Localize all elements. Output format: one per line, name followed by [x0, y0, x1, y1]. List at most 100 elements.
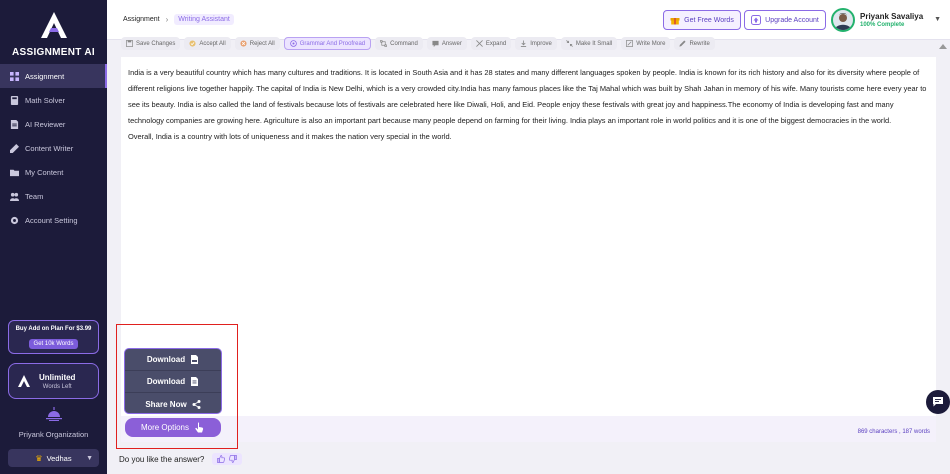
folder-icon — [10, 168, 19, 177]
upgrade-account-label: Upgrade Account — [765, 16, 819, 24]
thumbs-down-icon[interactable] — [229, 455, 238, 463]
user-name: Priyank Savaliya — [860, 12, 924, 21]
plan-logo-icon — [18, 375, 30, 387]
shrink-icon — [566, 40, 573, 47]
paragraph: Overall, India is a country with lots of… — [128, 132, 452, 141]
rewrite-icon — [679, 40, 687, 47]
tool-label: Make It Small — [575, 40, 613, 47]
menu-item-label: Download — [146, 355, 186, 364]
command-button[interactable]: Command — [375, 37, 423, 50]
top-header: Assignment › Writing Assistant Get Free … — [107, 0, 950, 40]
brand-name: ASSIGNMENT AI — [12, 47, 95, 58]
x-circle-icon — [240, 40, 247, 47]
editor-text[interactable]: India is a very beautiful country which … — [128, 65, 928, 145]
organization-name: Priyank Organization — [18, 430, 89, 439]
feedback-row: Do you like the answer? — [119, 451, 243, 467]
sidebar-item-ai-reviewer[interactable]: AI Reviewer — [0, 112, 107, 136]
get-free-words-button[interactable]: Get Free Words — [663, 10, 741, 30]
tool-label: Improve — [530, 40, 552, 47]
accept-all-button[interactable]: Accept All — [184, 37, 231, 50]
improve-icon — [521, 40, 527, 47]
check-circle-icon — [189, 40, 196, 47]
sunrise-icon — [45, 407, 62, 421]
upgrade-icon — [751, 15, 762, 25]
menu-item-label: Share Now — [145, 399, 187, 409]
write-more-icon — [626, 40, 634, 47]
editor-area[interactable]: India is a very beautiful country which … — [121, 57, 936, 442]
chat-support-button[interactable] — [926, 390, 950, 414]
download-doc-button[interactable]: Download — [125, 371, 221, 393]
doc-icon — [191, 377, 199, 386]
team-icon — [10, 192, 19, 201]
answer-button[interactable]: Answer — [426, 37, 467, 50]
command-icon — [380, 40, 388, 47]
chevron-down-icon: ▼ — [934, 16, 941, 23]
sidebar-item-math-solver[interactable]: Math Solver — [0, 88, 107, 112]
sidebar-item-team[interactable]: Team — [0, 184, 107, 208]
improve-button[interactable]: Improve — [515, 37, 557, 50]
rewrite-button[interactable]: Rewrite — [674, 37, 715, 50]
plan-title: Unlimited — [39, 372, 76, 382]
breadcrumb-chevron-icon: › — [165, 15, 169, 24]
options-menu: Download Download Share Now — [124, 348, 222, 414]
reject-all-button[interactable]: Reject All — [234, 37, 280, 50]
save-changes-button[interactable]: Save Changes — [121, 37, 181, 50]
organization-select[interactable]: ♛ Vedhas ▼ — [8, 449, 99, 467]
grammar-proofread-button[interactable]: Grammar And Proofread — [283, 37, 372, 50]
sidebar-item-label: Math Solver — [25, 95, 66, 105]
pdf-icon — [191, 355, 199, 364]
sidebar-item-label: Assignment — [25, 71, 65, 81]
upgrade-account-button[interactable]: Upgrade Account — [744, 10, 826, 30]
sidebar-item-label: My Content — [25, 167, 64, 177]
tool-label: Rewrite — [689, 40, 710, 47]
grid-icon — [10, 71, 19, 81]
tool-label: Accept All — [199, 40, 226, 47]
plan-subtitle: Words Left — [42, 383, 72, 390]
download-pdf-button[interactable]: Download — [125, 349, 221, 371]
tool-label: Write More — [636, 40, 666, 47]
hand-pointer-icon — [195, 422, 204, 433]
breadcrumb-item-assignment[interactable]: Assignment — [123, 16, 160, 23]
save-icon — [126, 40, 133, 47]
expand-button[interactable]: Expand — [470, 37, 512, 50]
gear-icon — [10, 216, 19, 225]
sidebar-item-label: Team — [25, 191, 44, 201]
user-menu[interactable]: Priyank Savaliya 100% Complete ▼ — [831, 7, 943, 33]
tool-label: Answer — [441, 40, 462, 47]
tool-label: Grammar And Proofread — [299, 40, 366, 47]
menu-item-label: Download — [146, 377, 186, 386]
breadcrumb-item-current: Writing Assistant — [174, 14, 234, 25]
logo-icon — [40, 12, 67, 38]
write-more-button[interactable]: Write More — [621, 37, 671, 50]
scroll-up-arrow-icon[interactable] — [939, 44, 947, 49]
profile-completion: 100% Complete — [860, 22, 905, 28]
answer-icon — [432, 40, 439, 47]
promo-badge[interactable]: Get 10k Words — [28, 339, 79, 349]
calculator-icon — [10, 95, 19, 105]
sidebar-item-label: Account Setting — [25, 215, 78, 225]
sidebar-item-account-setting[interactable]: Account Setting — [0, 208, 107, 232]
organization-block: Priyank Organization — [0, 407, 107, 439]
thumbs-up-icon[interactable] — [217, 455, 226, 463]
sidebar-item-my-content[interactable]: My Content — [0, 160, 107, 184]
share-now-button[interactable]: Share Now — [125, 393, 221, 415]
brand-logo[interactable]: ASSIGNMENT AI — [0, 10, 107, 58]
document-icon — [10, 119, 19, 129]
chat-icon — [933, 397, 943, 407]
sidebar-item-content-writer[interactable]: Content Writer — [0, 136, 107, 160]
more-options-label: More Options — [140, 423, 190, 432]
more-options-button[interactable]: More Options — [125, 418, 221, 437]
sidebar-item-assignment[interactable]: Assignment — [0, 64, 107, 88]
expand-icon — [475, 40, 483, 47]
get-free-words-label: Get Free Words — [684, 16, 734, 24]
tool-label: Reject All — [249, 40, 275, 47]
make-it-small-button[interactable]: Make It Small — [560, 37, 618, 50]
crown-icon: ♛ — [35, 453, 43, 463]
editor-footer: 869 characters , 187 words — [121, 416, 936, 442]
feedback-buttons — [212, 453, 243, 465]
feedback-question: Do you like the answer? — [119, 454, 205, 464]
paragraph: India is a very beautiful country which … — [128, 68, 927, 125]
avatar — [831, 8, 855, 32]
addon-promo-card[interactable]: Buy Add on Plan For $3.99 Get 10k Words — [8, 320, 99, 354]
sidebar-item-label: AI Reviewer — [25, 119, 66, 129]
